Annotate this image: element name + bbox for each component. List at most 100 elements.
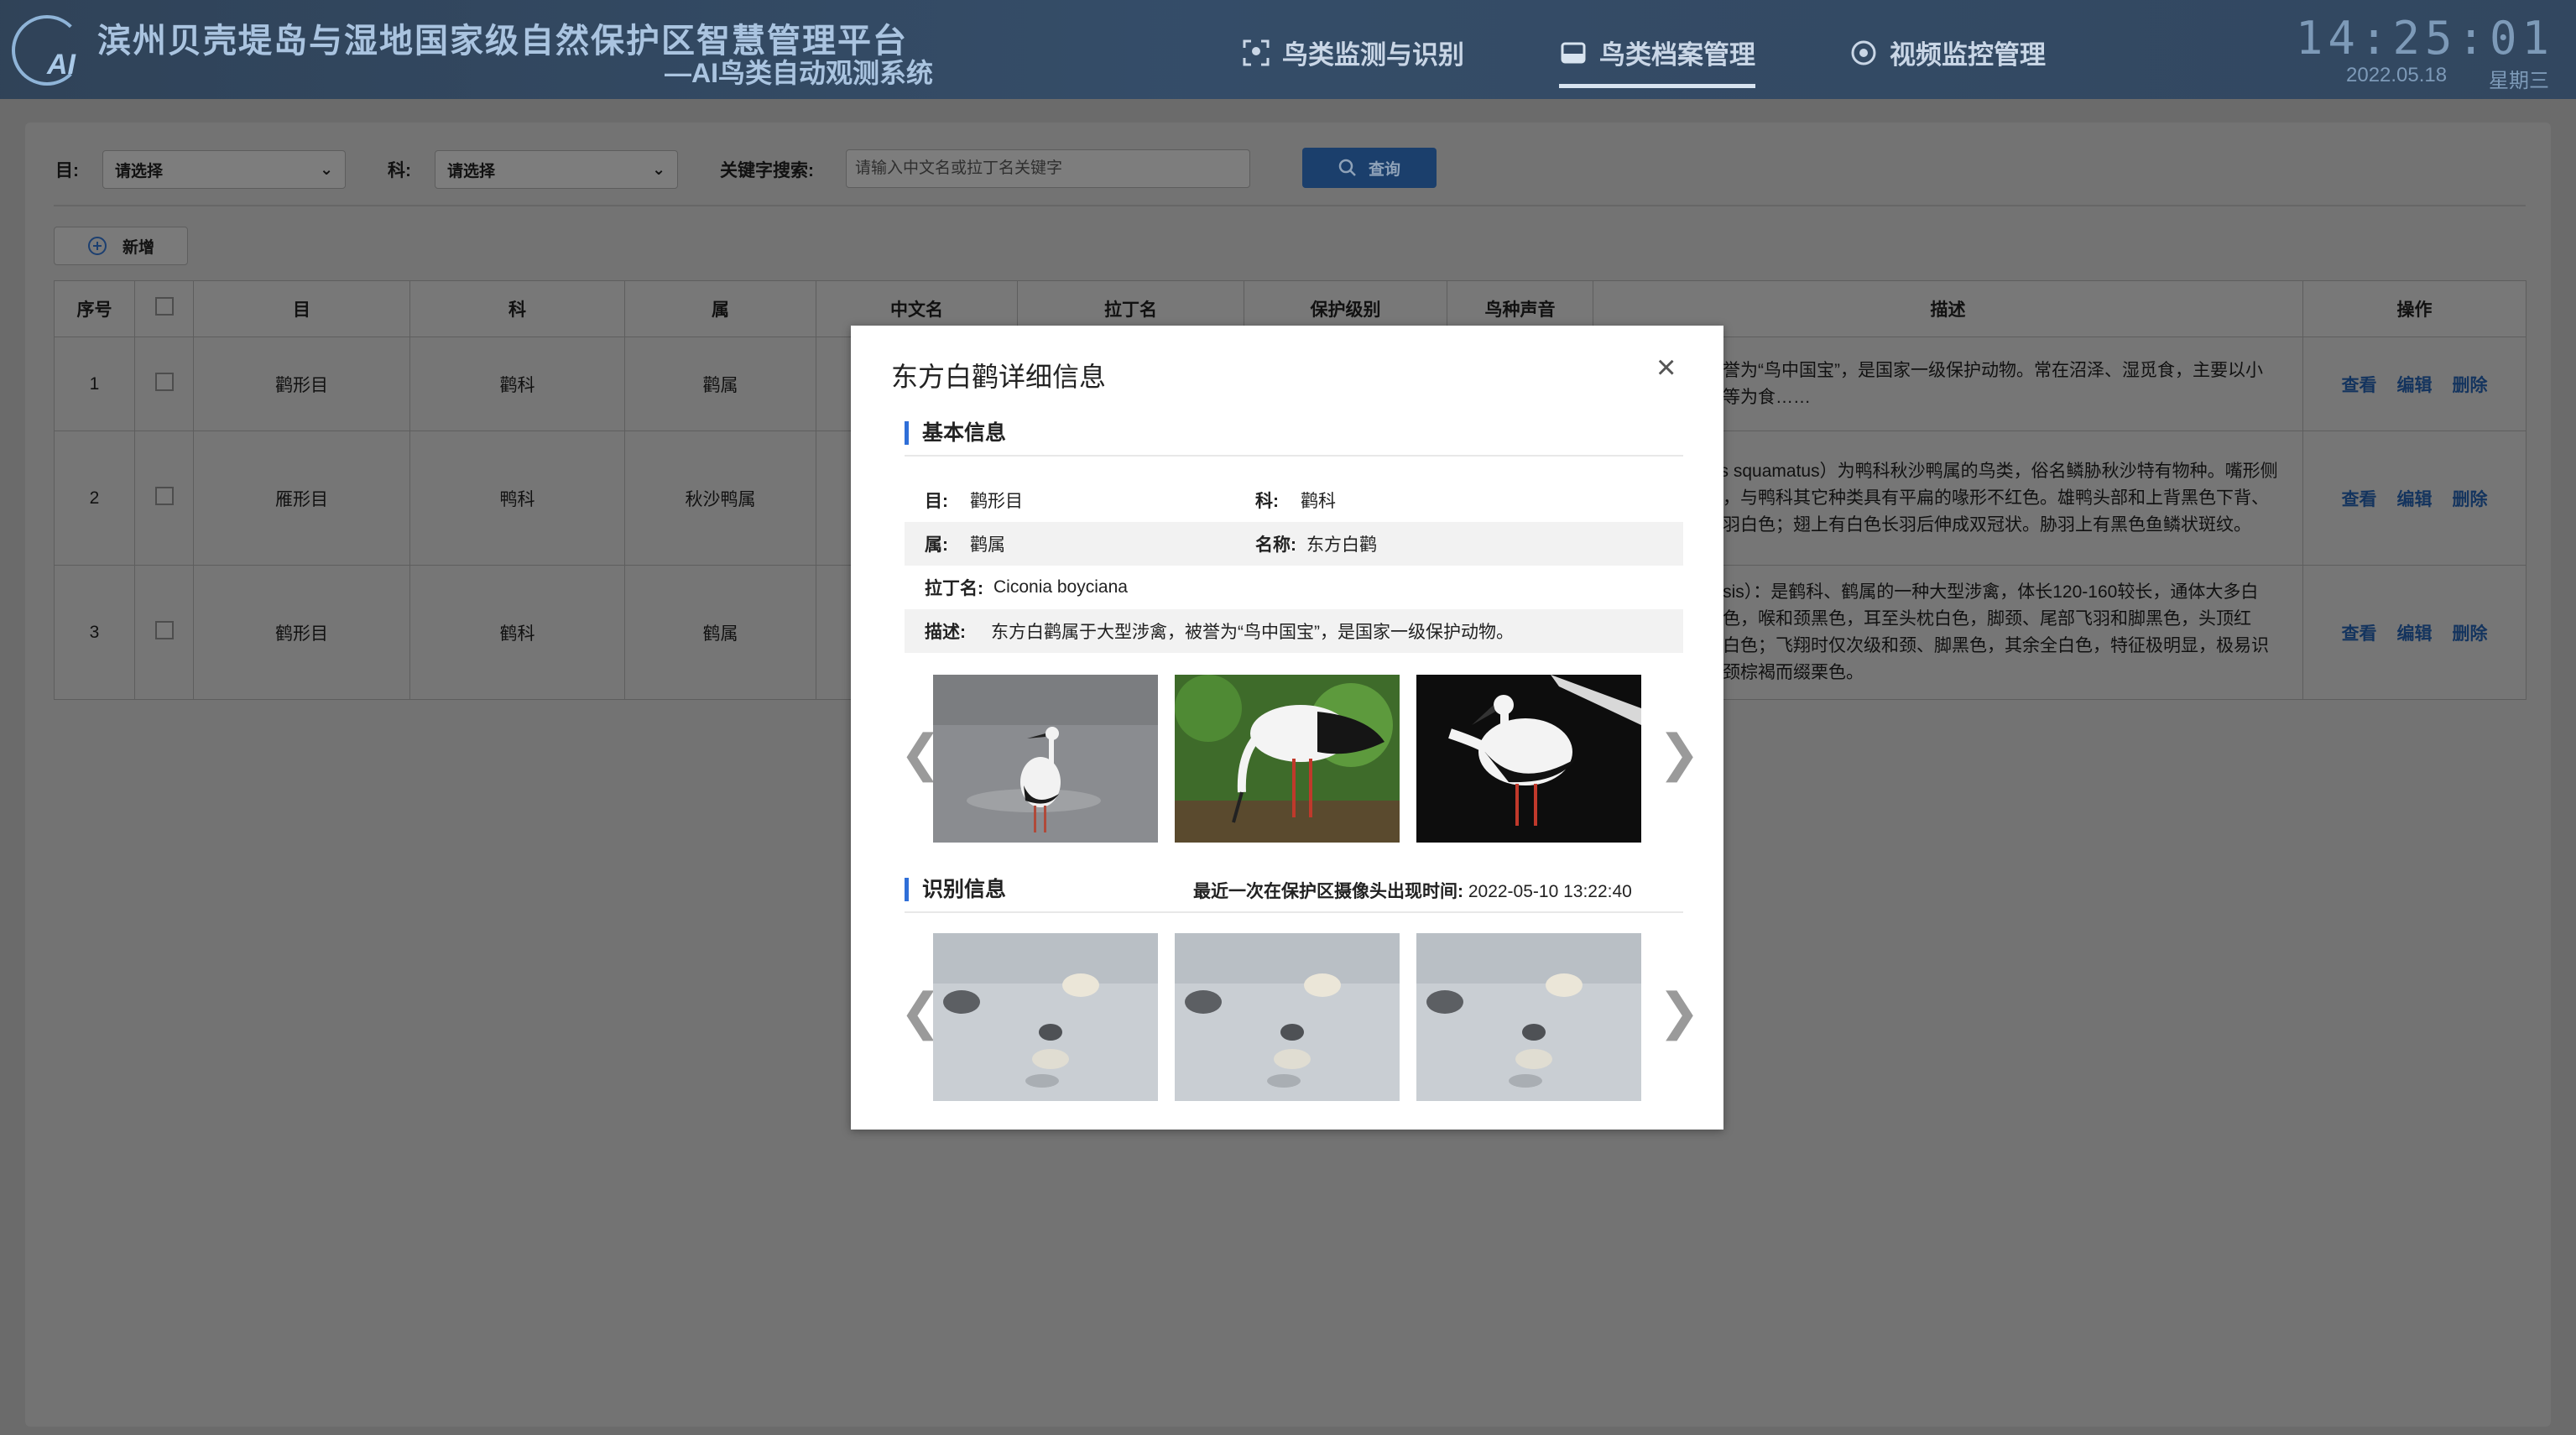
row-checkbox[interactable] [154,372,174,391]
family-value: 鹳科 [1301,492,1336,511]
chevron-down-icon: ⌄ [320,160,333,179]
logo-text: AI [47,49,76,81]
col-header-family: 科 [409,280,625,337]
nav-label: 鸟类监测与识别 [1282,40,1464,70]
select-all-checkbox[interactable] [154,297,174,316]
row-select-cell [134,565,194,700]
system-subtitle: —AI鸟类自动观测系统 [665,58,934,88]
order-select[interactable]: 请选择 ⌄ [102,150,346,189]
latin-value: Ciconia boyciana [993,577,1128,597]
col-header-order: 目 [193,280,410,337]
family-select[interactable]: 请选择 ⌄ [435,150,678,189]
camera-capture-thumbnail[interactable] [1175,933,1400,1101]
row-select-cell [134,337,194,431]
row-order: 雁形目 [193,430,410,566]
nav-label: 视频监控管理 [1890,40,2046,70]
filter-divider [54,205,2526,206]
view-link[interactable]: 查看 [2342,376,2377,395]
row-select-cell [134,430,194,566]
edit-link[interactable]: 编辑 [2397,490,2433,509]
bird-detail-modal: 东方白鹳详细信息 × 基本信息 目: 鹳形目 科: 鹳科 属: 鹳属 名称: 东… [851,326,1723,1130]
camera-icon [1851,40,1876,65]
last-seen-value: 2022-05-10 13:22:40 [1468,882,1632,901]
col-header-genus: 属 [624,280,816,337]
order-label: 目: [925,492,948,511]
row-checkbox[interactable] [154,486,174,505]
name-value: 东方白鹳 [1306,535,1377,555]
view-link[interactable]: 查看 [2342,624,2377,644]
col-header-index: 序号 [54,280,135,337]
row-order: 鹳形目 [193,337,410,431]
nav-video-monitoring[interactable]: 视频监控管理 [1849,34,2046,71]
delete-link[interactable]: 删除 [2453,490,2488,509]
order-value: 鹳形目 [970,492,1023,511]
family-label: 科: [1255,492,1279,511]
info-row-genus-name: 属: 鹳属 名称: 东方白鹳 [905,522,1683,566]
camera-capture-thumbnail[interactable] [933,933,1158,1101]
archive-icon [1561,42,1586,63]
description-value: 东方白鹳属于大型涉禽，被誉为“鸟中国宝”，是国家一级保护动物。 [991,623,1514,642]
row-checkbox[interactable] [154,620,174,639]
filter-bar: 目: 请选择 ⌄ 科: 请选择 ⌄ 关键字搜索: [55,149,814,190]
info-row-description: 描述: 东方白鹳属于大型涉禽，被誉为“鸟中国宝”，是国家一级保护动物。 [905,609,1683,653]
view-link[interactable]: 查看 [2342,490,2377,509]
query-button[interactable]: 查询 [1302,148,1437,188]
name-label: 名称: [1255,535,1296,555]
genus-value: 鹳属 [970,535,1005,555]
row-index: 2 [54,430,135,566]
keyword-search-label: 关键字搜索: [720,161,814,180]
bird-photo-thumbnail[interactable] [1175,675,1400,843]
keyword-search-input[interactable] [846,149,1250,188]
top-header-content: AI 滨州贝壳堤岛与湿地国家级自然保护区智慧管理平台 —AI鸟类自动观测系统 鸟… [0,0,2576,99]
close-icon[interactable]: × [1656,351,1676,384]
row-order: 鹤形目 [193,565,410,700]
row-genus: 鹳属 [624,337,816,431]
digital-clock: 14:25:01 [2295,12,2554,65]
recognition-gallery-next-icon[interactable]: ❯ [1658,987,1700,1037]
order-select-value: 请选择 [115,162,164,180]
edit-link[interactable]: 编辑 [2397,376,2433,395]
bird-photo-thumbnail[interactable] [1416,675,1641,843]
add-button[interactable]: 新增 [54,227,188,265]
info-row-order-family: 目: 鹳形目 科: 鹳科 [905,478,1683,522]
row-family: 鹳科 [409,337,625,431]
camera-capture-thumbnail[interactable] [1416,933,1641,1101]
basic-info-heading: 基本信息 [905,421,1006,445]
chevron-down-icon: ⌄ [652,160,665,179]
genus-label: 属: [925,535,948,555]
row-family: 鸭科 [409,430,625,566]
last-seen-label: 最近一次在保护区摄像头出现时间: [1193,882,1463,901]
photo-gallery-next-icon[interactable]: ❯ [1658,728,1700,779]
edit-link[interactable]: 编辑 [2397,624,2433,644]
add-button-label: 新增 [122,238,154,257]
delete-link[interactable]: 删除 [2453,376,2488,395]
row-actions: 查看 编辑 删除 [2302,565,2526,700]
nav-bird-monitoring[interactable]: 鸟类监测与识别 [1242,34,1464,71]
row-index: 1 [54,337,135,431]
modal-title: 东方白鹳详细信息 [891,362,1107,392]
search-icon [1338,159,1356,176]
current-weekday: 星期三 [2489,70,2549,92]
description-label: 描述: [925,623,966,642]
last-seen-info: 最近一次在保护区摄像头出现时间: 2022-05-10 13:22:40 [1193,878,1632,903]
col-header-select [134,280,194,337]
family-filter-label: 科: [388,161,411,180]
order-filter-label: 目: [55,161,79,180]
col-header-actions: 操作 [2302,280,2526,337]
bird-photo-thumbnail[interactable] [933,675,1158,843]
current-date: 2022.05.18 [2346,64,2448,86]
section-divider [905,911,1683,913]
row-actions: 查看 编辑 删除 [2302,337,2526,431]
scan-icon [1243,39,1270,65]
row-family: 鹤科 [409,565,625,700]
info-row-latin: 拉丁名: Ciconia boyciana [905,566,1683,609]
nav-bird-archive[interactable]: 鸟类档案管理 [1559,34,1755,88]
delete-link[interactable]: 删除 [2453,624,2488,644]
latin-label: 拉丁名: [925,579,983,598]
row-genus: 秋沙鸭属 [624,430,816,566]
section-divider [905,455,1683,457]
row-actions: 查看 编辑 删除 [2302,430,2526,566]
row-genus: 鹤属 [624,565,816,700]
nav-label: 鸟类档案管理 [1599,40,1755,70]
plus-circle-icon [87,237,107,255]
